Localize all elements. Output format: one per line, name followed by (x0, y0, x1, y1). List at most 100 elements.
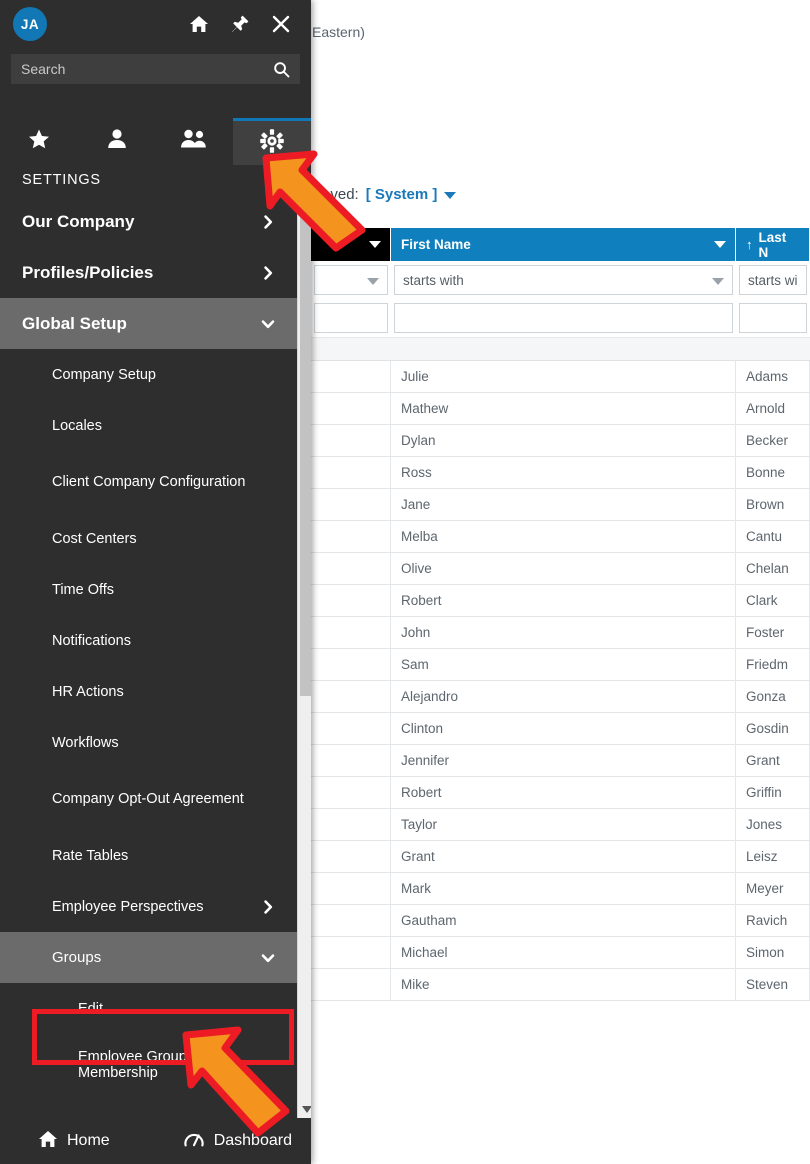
table-row[interactable]: John Foster (311, 617, 810, 649)
employee-grid: First Name ↑ Last N starts with starts w… (311, 228, 810, 1001)
chevron-down-icon[interactable] (367, 278, 379, 285)
table-cell-last_name: Cantu (736, 521, 810, 552)
grid-filter-operator-select[interactable] (314, 265, 388, 295)
grid-header-first-name[interactable]: First Name (391, 228, 736, 261)
menu-item-workflows[interactable]: Workflows (0, 717, 297, 768)
menu-item-client-company-configuration[interactable]: Client Company Configuration (0, 451, 297, 513)
menu-item-rate-tables[interactable]: Rate Tables (0, 830, 297, 881)
menu-item-time-offs[interactable]: Time Offs (0, 564, 297, 615)
table-row[interactable]: Grant Leisz (311, 841, 810, 873)
saved-view-value[interactable]: [ System ] (366, 186, 438, 203)
table-row[interactable]: Gautham Ravich (311, 905, 810, 937)
table-row[interactable]: Jane Brown (311, 489, 810, 521)
chevron-down-icon[interactable] (261, 317, 275, 331)
grid-filter-operator-first-name[interactable]: starts with (394, 265, 733, 295)
chevron-down-icon[interactable] (714, 241, 726, 248)
footer-home-button[interactable]: Home (38, 1129, 110, 1154)
menu-item-edit[interactable]: Edit (0, 983, 297, 1034)
table-row[interactable]: Sam Friedm (311, 649, 810, 681)
settings-flyout-panel: JA Search SETTINGS Our Company Profiles/… (0, 0, 311, 1164)
chevron-down-icon[interactable] (369, 241, 381, 248)
grid-filter-value-last-name-cell (736, 299, 810, 337)
screen-root: Eastern) Saved: [ System ] First Name ↑ … (0, 0, 810, 1164)
table-row[interactable]: Mark Meyer (311, 873, 810, 905)
table-row[interactable]: Robert Clark (311, 585, 810, 617)
menu-item-cost-centers[interactable]: Cost Centers (0, 513, 297, 564)
scrollbar-thumb[interactable] (300, 216, 311, 696)
search-input[interactable]: Search (11, 54, 300, 84)
dashboard-icon (183, 1129, 205, 1154)
tab-settings[interactable] (233, 118, 311, 165)
table-row[interactable]: Ross Bonne (311, 457, 810, 489)
grid-filter-value-first-name-input[interactable] (394, 303, 733, 333)
menu-item-company-setup[interactable]: Company Setup (0, 349, 297, 400)
pin-icon[interactable] (227, 11, 253, 37)
table-cell-first_name: Melba (391, 521, 736, 552)
table-cell-select (311, 457, 391, 488)
table-row[interactable]: Melba Cantu (311, 521, 810, 553)
menu-item-hr-actions[interactable]: HR Actions (0, 666, 297, 717)
footer-dashboard-label: Dashboard (213, 1132, 292, 1149)
menu-item-employee-perspectives[interactable]: Employee Perspectives (0, 881, 297, 932)
menu-item-profiles-policies[interactable]: Profiles/Policies (0, 247, 297, 298)
grid-filter-value-select-input[interactable] (314, 303, 388, 333)
table-row[interactable]: Robert Griffin (311, 777, 810, 809)
chevron-down-icon[interactable] (712, 278, 724, 285)
table-row[interactable]: Olive Chelan (311, 553, 810, 585)
table-row[interactable]: Clinton Gosdin (311, 713, 810, 745)
chevron-down-icon[interactable] (261, 951, 275, 965)
grid-filter-value-last-name-input[interactable] (739, 303, 807, 333)
table-cell-select (311, 649, 391, 680)
grid-filter-operator-last-name[interactable]: starts wi (739, 265, 807, 295)
table-cell-last_name: Arnold (736, 393, 810, 424)
grid-header-last-name[interactable]: ↑ Last N (736, 228, 810, 261)
table-cell-last_name: Grant (736, 745, 810, 776)
table-row[interactable]: Julie Adams (311, 361, 810, 393)
table-cell-first_name: Mark (391, 873, 736, 904)
chevron-right-icon[interactable] (261, 899, 275, 914)
table-row[interactable]: Mike Steven (311, 969, 810, 1001)
tab-favorites[interactable] (0, 118, 78, 165)
table-row[interactable]: Mathew Arnold (311, 393, 810, 425)
scroll-down-icon[interactable] (298, 1101, 311, 1118)
table-cell-first_name: Dylan (391, 425, 736, 456)
table-cell-select (311, 585, 391, 616)
menu-item-label: Our Company (22, 211, 135, 231)
grid-filter-operator-first-name-value: starts with (403, 272, 464, 288)
menu-item-notifications[interactable]: Notifications (0, 615, 297, 666)
settings-menu-scrollbar[interactable] (297, 196, 311, 1118)
table-row[interactable]: Taylor Jones (311, 809, 810, 841)
table-row[interactable]: Dylan Becker (311, 425, 810, 457)
tab-people[interactable] (156, 118, 234, 165)
footer-dashboard-button[interactable]: Dashboard (183, 1129, 292, 1154)
table-cell-select (311, 521, 391, 552)
table-cell-first_name: Olive (391, 553, 736, 584)
grid-spacer-row (311, 337, 810, 361)
home-icon[interactable] (186, 11, 212, 37)
grid-header-select[interactable] (311, 228, 391, 261)
search-icon[interactable] (273, 61, 290, 78)
menu-item-employee-group-membership[interactable]: Employee Group Membership (0, 1034, 297, 1096)
menu-item-label: Notifications (52, 632, 131, 649)
table-cell-first_name: Grant (391, 841, 736, 872)
chevron-right-icon[interactable] (261, 214, 275, 229)
table-row[interactable]: Alejandro Gonza (311, 681, 810, 713)
chevron-down-icon[interactable] (444, 192, 457, 199)
menu-item-locales[interactable]: Locales (0, 400, 297, 451)
scroll-up-icon[interactable] (298, 196, 311, 213)
tab-my-info[interactable] (78, 118, 156, 165)
grid-filter-value-select-cell (311, 299, 391, 337)
close-icon[interactable] (268, 11, 294, 37)
menu-item-global-setup[interactable]: Global Setup (0, 298, 297, 349)
table-row[interactable]: Jennifer Grant (311, 745, 810, 777)
menu-item-company-opt-out-agreement[interactable]: Company Opt-Out Agreement (0, 768, 297, 830)
menu-item-groups[interactable]: Groups (0, 932, 297, 983)
table-row[interactable]: Michael Simon (311, 937, 810, 969)
menu-item-label: Global Setup (22, 313, 127, 333)
table-cell-last_name: Leisz (736, 841, 810, 872)
menu-item-our-company[interactable]: Our Company (0, 196, 297, 247)
chevron-right-icon[interactable] (261, 265, 275, 280)
avatar[interactable]: JA (13, 7, 47, 41)
search-input-value: Search (21, 61, 66, 77)
table-cell-last_name: Simon (736, 937, 810, 968)
